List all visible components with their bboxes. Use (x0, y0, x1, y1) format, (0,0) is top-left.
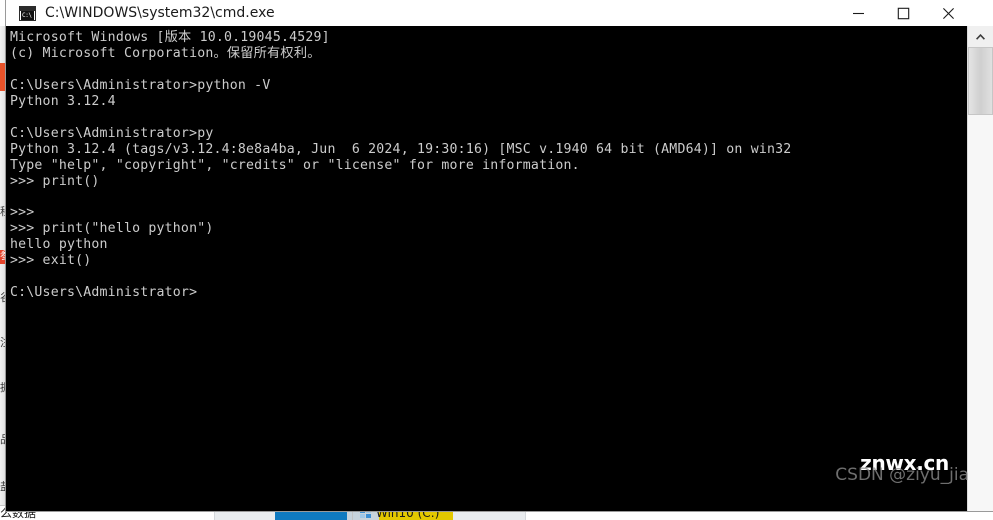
maximize-icon (897, 7, 910, 19)
command-prompt-window: C:\ C:\WINDOWS\system32\cmd.exe Microsof… (6, 0, 993, 511)
maximize-button[interactable] (881, 0, 926, 26)
minimize-icon (853, 12, 864, 14)
close-button[interactable] (926, 0, 971, 26)
console-output-area[interactable]: Microsoft Windows [版本 10.0.19045.4529] (… (6, 26, 968, 511)
window-title: C:\WINDOWS\system32\cmd.exe (45, 5, 275, 21)
console-scrollbar[interactable] (967, 26, 993, 511)
window-controls (836, 0, 971, 26)
console-text: Microsoft Windows [版本 10.0.19045.4529] (… (10, 30, 792, 301)
close-icon (943, 7, 954, 19)
cmd-icon-prompt-glyph: C:\ (21, 10, 34, 20)
scrollbar-track[interactable] (968, 115, 993, 511)
minimize-button[interactable] (836, 0, 881, 26)
cmd-icon: C:\ (19, 5, 36, 21)
background-window-accent-marker (0, 63, 5, 91)
window-titlebar[interactable]: C:\ C:\WINDOWS\system32\cmd.exe (6, 0, 993, 27)
scroll-up-button[interactable] (968, 26, 993, 47)
scrollbar-thumb[interactable] (968, 47, 993, 115)
scroll-up-arrow-icon (976, 33, 985, 40)
